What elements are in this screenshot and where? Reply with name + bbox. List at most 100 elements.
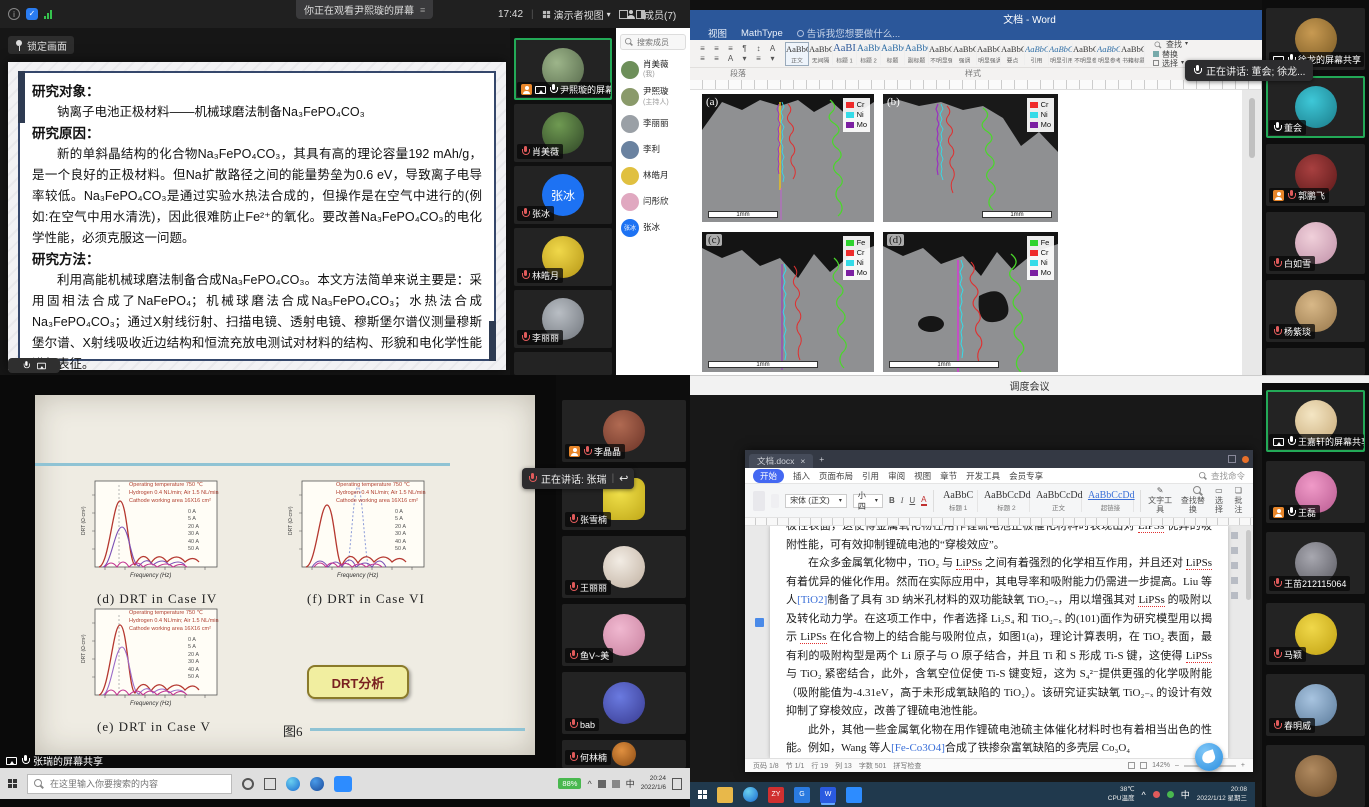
style-cell[interactable]: AaBbC标题 2: [857, 43, 881, 65]
underline-button[interactable]: U: [909, 496, 915, 505]
style-cell[interactable]: AaBbC副标题: [905, 43, 929, 65]
style-cell[interactable]: AaBbCcD明显引用: [1049, 43, 1073, 65]
pin-view-button[interactable]: 锁定画面: [8, 36, 74, 54]
wps-taskbar-icon[interactable]: W: [820, 787, 836, 803]
notification-icon[interactable]: [672, 778, 682, 790]
style-cell[interactable]: AaBbCcDd标题 2: [984, 490, 1030, 512]
view-mode-icon[interactable]: [1140, 762, 1147, 769]
menu-member[interactable]: 会员专享: [1009, 470, 1043, 482]
member-row[interactable]: 肖美薇(我): [616, 56, 690, 83]
video-thumbnail[interactable]: 王嘉轩的屏幕共享: [1266, 390, 1365, 452]
video-thumbnail[interactable]: 杨紫琰: [1266, 280, 1365, 342]
meeting-floating-bubble[interactable]: [1195, 743, 1223, 771]
cortana-icon[interactable]: [242, 778, 254, 790]
tray-expand-icon[interactable]: ^: [587, 779, 591, 789]
new-tab-button[interactable]: +: [819, 454, 824, 464]
info-icon[interactable]: i: [8, 8, 20, 20]
video-thumbnail-partial[interactable]: [514, 352, 612, 375]
video-thumbnail[interactable]: 鱼V~美: [562, 604, 686, 666]
video-thumbnail[interactable]: 何林楠: [562, 740, 686, 768]
video-thumbnail-partial[interactable]: [1266, 745, 1365, 807]
edge-icon[interactable]: [286, 777, 300, 791]
style-cell[interactable]: AaBbCcD书籍标题: [1121, 43, 1145, 65]
select-button[interactable]: ▭选择: [1212, 486, 1225, 515]
ime-indicator[interactable]: 中: [626, 777, 635, 790]
profile-dot[interactable]: [1242, 456, 1249, 463]
meeting-app-icon[interactable]: [846, 787, 862, 803]
video-thumbnail-partial[interactable]: [1266, 348, 1365, 375]
tab-mathtype[interactable]: MathType: [741, 28, 783, 39]
video-thumbnail[interactable]: 郭鹏飞: [1266, 144, 1365, 206]
font-size-select[interactable]: 小四▾: [853, 494, 883, 508]
video-thumbnail[interactable]: 李晶晶: [562, 400, 686, 462]
tray-expand-icon[interactable]: ^: [1142, 790, 1146, 800]
file-explorer-icon[interactable]: [717, 787, 733, 803]
format-painter-button[interactable]: [771, 494, 779, 508]
reply-arrow-icon[interactable]: ↩: [619, 472, 628, 485]
member-row[interactable]: 李利: [616, 137, 690, 163]
taskbar-search[interactable]: [27, 774, 232, 794]
word-scrollbar[interactable]: [1242, 90, 1262, 375]
replace-button[interactable]: 替换: [1153, 50, 1188, 59]
menu-page-layout[interactable]: 页面布局: [819, 470, 853, 482]
view-mode-icon[interactable]: [1128, 762, 1135, 769]
member-row[interactable]: 闫彤欣: [616, 189, 690, 215]
style-cell[interactable]: AaBbCcD不明显参考: [1073, 43, 1097, 65]
style-cell[interactable]: AaBbCcDd正文: [1036, 490, 1082, 512]
edge-icon[interactable]: [743, 787, 758, 802]
style-cell[interactable]: AaBbCcD正文: [785, 42, 809, 66]
select-button[interactable]: 选择▾: [1153, 59, 1188, 68]
member-search-input[interactable]: [637, 38, 687, 47]
scrollbar[interactable]: [1246, 530, 1251, 600]
menu-review[interactable]: 审阅: [888, 470, 905, 482]
cpu-temp[interactable]: 38℃CPU温度: [1108, 786, 1135, 802]
text-tool-button[interactable]: ✎文字工具: [1147, 486, 1174, 515]
style-cell[interactable]: AaBbC标题 1: [939, 490, 978, 512]
font-name-select[interactable]: 宋体 (正文)▾: [785, 494, 847, 508]
members-header[interactable]: 成员(7): [644, 7, 676, 22]
network-signal-icon[interactable]: [44, 10, 52, 19]
italic-button[interactable]: I: [901, 496, 904, 505]
clock-date[interactable]: 20:242022/1/6: [641, 775, 666, 791]
meeting-app-icon[interactable]: [334, 776, 352, 792]
battery-indicator[interactable]: 88%: [558, 778, 581, 789]
style-cell[interactable]: AaBbCcD明显参考: [1097, 43, 1121, 65]
taskbar-search-input[interactable]: [50, 779, 225, 789]
zoom-level[interactable]: 142%: [1152, 762, 1170, 769]
video-thumbnail[interactable]: 董会: [1266, 76, 1365, 138]
comment-button[interactable]: ❏批注: [1232, 486, 1245, 515]
start-button[interactable]: [698, 790, 707, 799]
zoom-in[interactable]: +: [1241, 762, 1245, 769]
font-color-button[interactable]: A: [921, 495, 926, 506]
member-row[interactable]: 张冰张冰: [616, 215, 690, 241]
comment-marker-icon[interactable]: [755, 618, 764, 627]
style-cell[interactable]: AaBbCcD要点: [1001, 43, 1025, 65]
video-thumbnail[interactable]: 白如雪: [1266, 212, 1365, 274]
paragraph-group[interactable]: ≡≡≡¶↕A ≡≡A▾≡▾: [690, 44, 785, 63]
tab-close-icon[interactable]: ×: [800, 456, 805, 466]
member-row[interactable]: 李丽丽: [616, 111, 690, 137]
style-cell[interactable]: AaBbCcD无间隔: [809, 43, 833, 65]
video-thumbnail[interactable]: 肖美薇: [514, 104, 612, 162]
member-row[interactable]: 尹熙璇(主持人): [616, 83, 690, 110]
command-search[interactable]: 查找命令: [1198, 470, 1245, 482]
tab-view[interactable]: 视图: [708, 26, 727, 40]
find-replace-button[interactable]: 查找替换: [1180, 486, 1207, 515]
floating-toolbar[interactable]: [8, 358, 60, 373]
layout-icon[interactable]: [1228, 455, 1236, 463]
task-view-icon[interactable]: [264, 778, 276, 790]
wps-side-toolbar[interactable]: [1229, 532, 1239, 599]
style-cell[interactable]: AaBbC标题: [881, 43, 905, 65]
video-thumbnail[interactable]: 李丽丽: [514, 290, 612, 348]
member-row[interactable]: 林皓月: [616, 163, 690, 189]
style-cell[interactable]: AaBbCcD明显强调: [977, 43, 1001, 65]
tray-icon[interactable]: [612, 780, 620, 788]
banner-list-icon[interactable]: ≡: [420, 5, 425, 15]
menu-view[interactable]: 视图: [914, 470, 931, 482]
app-icon-g[interactable]: G: [794, 787, 810, 803]
menu-insert[interactable]: 插入: [793, 470, 810, 482]
video-thumbnail[interactable]: 王丽丽: [562, 536, 686, 598]
view-mode-selector[interactable]: 演示者视图▾: [542, 7, 611, 22]
app-icon-zy[interactable]: ZY: [768, 787, 784, 803]
style-cell[interactable]: AaBI标题 1: [833, 43, 857, 65]
